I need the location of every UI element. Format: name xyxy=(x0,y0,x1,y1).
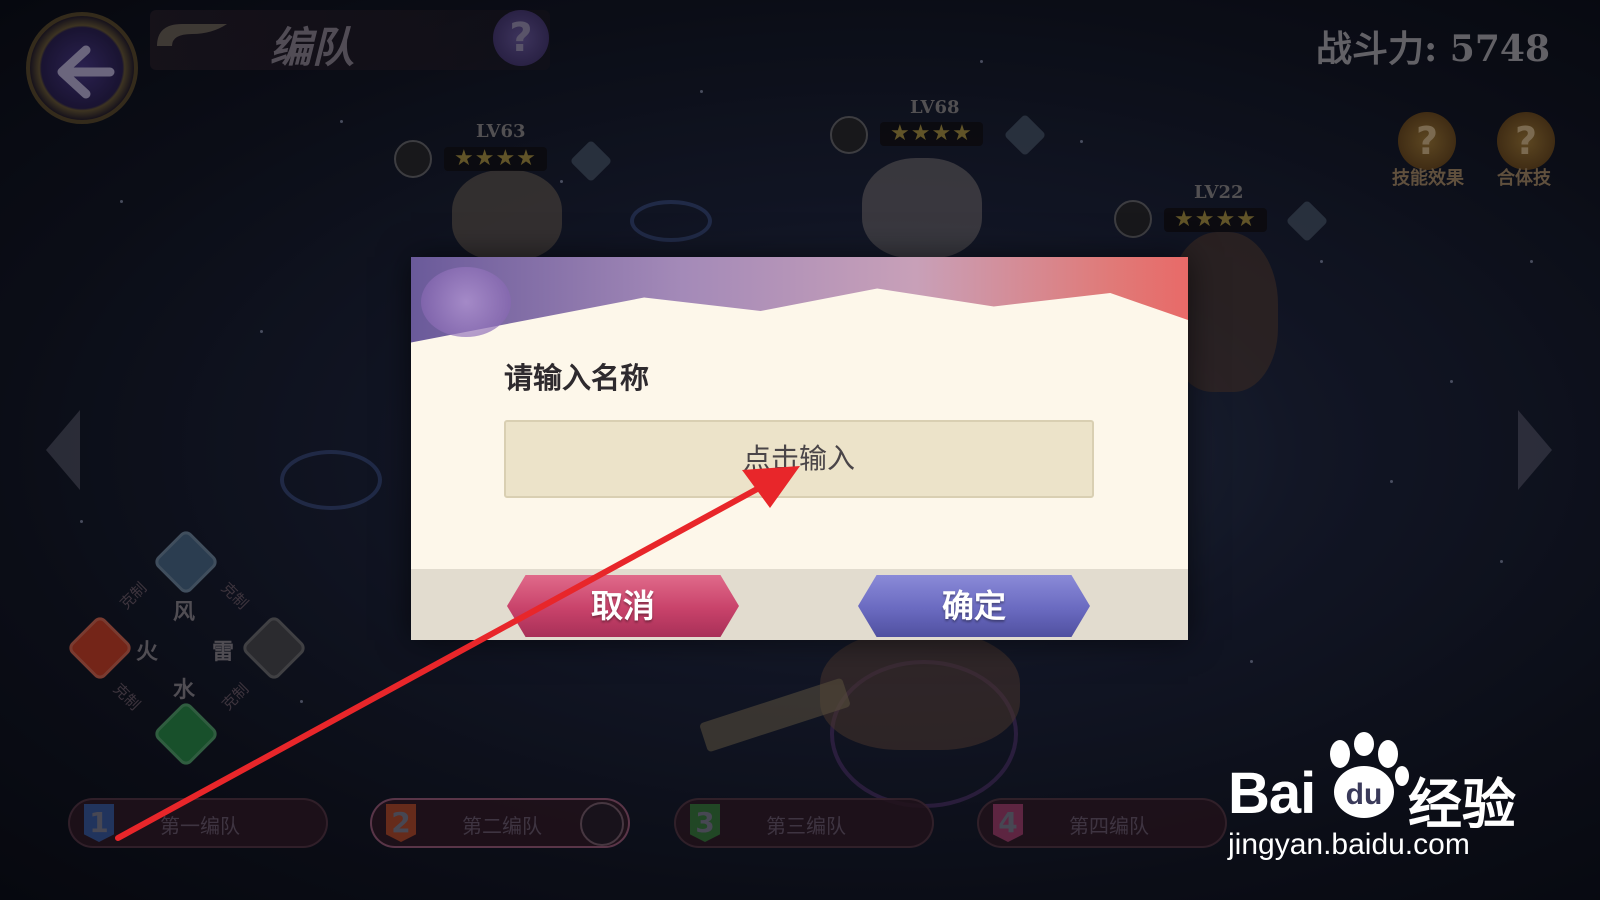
baidu-logo-du: du xyxy=(1346,778,1383,811)
baidu-paw-icon: du xyxy=(1330,732,1409,818)
watermark-url: jingyan.baidu.com xyxy=(1228,828,1470,861)
baidu-logo: Bai xyxy=(1228,761,1316,826)
